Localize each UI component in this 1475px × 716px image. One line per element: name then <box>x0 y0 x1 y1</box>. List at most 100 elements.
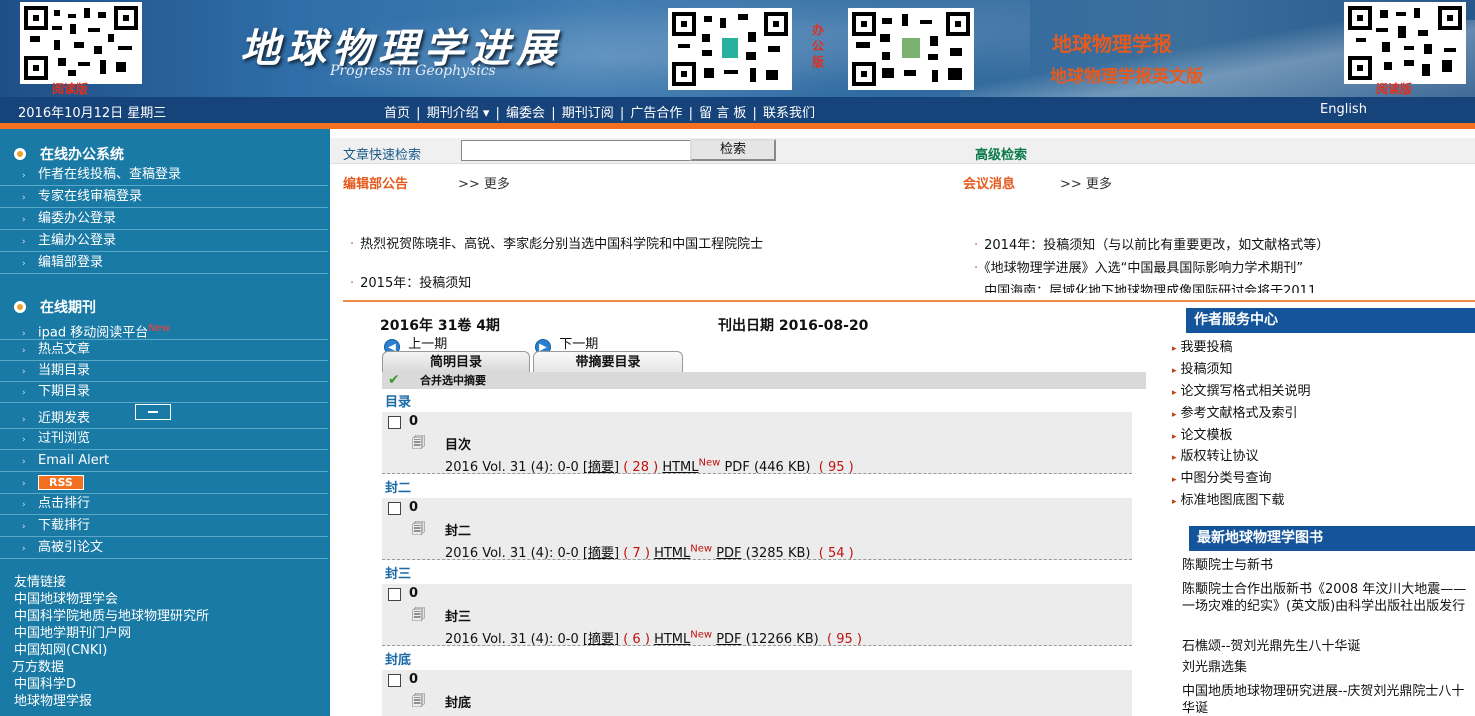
nav-subscription[interactable]: 期刊订阅 <box>562 106 614 121</box>
search-button[interactable]: 检索 <box>690 139 776 161</box>
service-basemap[interactable]: ▸ 标准地图底图下载 <box>1172 489 1285 508</box>
sidebar-item-ipad[interactable]: › ipad 移动阅读平台New <box>0 319 328 340</box>
arrow-icon: ▸ <box>1172 366 1177 376</box>
book-item[interactable]: 中国地质地球物理研究进展--庆贺刘光鼎院士八十华诞 <box>1182 683 1467 716</box>
sidebar-item-author-login[interactable]: › 作者在线投稿、查稿登录 <box>0 165 328 186</box>
sidebar-item-chief-editor-login[interactable]: › 主编办公登录 <box>0 231 328 252</box>
tab-simple-toc[interactable]: 简明目录 <box>382 351 530 373</box>
arrow-icon: › <box>22 388 26 398</box>
article-title[interactable]: 封二 <box>445 520 471 539</box>
sidebar-item-board-login[interactable]: › 编委办公登录 <box>0 209 328 230</box>
select-checkbox[interactable] <box>388 674 401 687</box>
news-text: 2014年：投稿须知（与以前比有重要更改，如文献格式等） <box>984 238 1330 253</box>
meeting-news-item[interactable]: · 《地球物理学进展》入选“中国最具国际影响力学术期刊” <box>974 260 1303 277</box>
service-template[interactable]: ▸ 论文模板 <box>1172 424 1233 443</box>
sidebar-item-reviewer-login[interactable]: › 专家在线审稿登录 <box>0 187 328 208</box>
current-date: 2016年10月12日 星期三 <box>18 106 167 121</box>
service-label: 论文撰写格式相关说明 <box>1180 384 1311 399</box>
pdf-link[interactable]: PDF <box>724 460 749 475</box>
news-text: 2015年：投稿须知 <box>360 276 472 291</box>
meeting-more-link[interactable]: >> 更多 <box>1060 173 1112 192</box>
abstract-link[interactable]: [摘要] <box>583 546 619 561</box>
article-citation: 2016 Vol. 31 (4): 0-0 [摘要] ( 7 ) HTMLNew… <box>445 543 854 561</box>
html-link[interactable]: HTML <box>654 632 690 647</box>
nav-guestbook[interactable]: 留 言 板 <box>699 106 746 121</box>
sidebar-item-download-rank[interactable]: › 下载排行 <box>0 516 328 537</box>
sidebar-item-rss[interactable]: › RSS <box>0 473 328 494</box>
sidebar-item-email-alert[interactable]: › Email Alert <box>0 451 328 472</box>
sidebar-item-click-rank[interactable]: › 点击排行 <box>0 494 328 515</box>
new-badge: New <box>690 629 713 641</box>
nav-editorial-board[interactable]: 编委会 <box>506 106 545 121</box>
nav-english[interactable]: English <box>1320 102 1367 117</box>
arrow-icon: › <box>22 435 26 445</box>
service-guidelines[interactable]: ▸ 投稿须知 <box>1172 358 1233 377</box>
book-item[interactable]: 陈颙院士合作出版新书《2008 年汶川大地震——一场灾难的纪实》(英文版)由科学… <box>1182 581 1467 615</box>
service-copyright[interactable]: ▸ 版权转让协议 <box>1172 445 1259 464</box>
editorial-news-item[interactable]: · 2015年：投稿须知 <box>350 275 855 292</box>
advanced-search-link[interactable]: 高级检索 <box>975 144 1027 163</box>
minimize-icon[interactable] <box>135 404 171 420</box>
sidebar-item-next-issue[interactable]: › 下期目录 <box>0 382 328 403</box>
meeting-news-item[interactable]: · 2014年：投稿须知（与以前比有重要更改，如文献格式等） <box>974 237 1329 254</box>
html-link[interactable]: HTML <box>662 460 698 475</box>
link-journal-en[interactable]: 地球物理学报英文版 <box>1050 62 1203 87</box>
link-journal-cn[interactable]: 地球物理学报 <box>1052 28 1172 57</box>
select-checkbox[interactable] <box>388 502 401 515</box>
service-format[interactable]: ▸ 论文撰写格式相关说明 <box>1172 380 1311 399</box>
meeting-news-item[interactable]: ·中国海南：层域化地下地球物理成像国际研讨会将于2011 <box>974 283 1316 293</box>
nav-home[interactable]: 首页 <box>384 106 410 121</box>
sidebar-item-label: ipad 移动阅读平台 <box>38 325 149 341</box>
sidebar-item-label: 点击排行 <box>38 496 91 511</box>
nav-contact[interactable]: 联系我们 <box>763 106 815 121</box>
sidebar-item-highly-cited[interactable]: › 高被引论文 <box>0 538 328 559</box>
article-number: 0 <box>409 500 419 515</box>
service-classification[interactable]: ▸ 中图分类号查询 <box>1172 467 1272 486</box>
tab-abstract-toc[interactable]: 带摘要目录 <box>533 351 683 373</box>
book-item[interactable]: 石樵颂--贺刘光鼎先生八十华诞 <box>1182 638 1467 655</box>
service-label: 我要投稿 <box>1180 340 1233 355</box>
sidebar-item-recent[interactable]: › 近期发表 <box>0 404 328 429</box>
book-item[interactable]: 刘光鼎选集 <box>1182 659 1467 676</box>
link-science-china-d[interactable]: 中国科学D <box>14 676 209 693</box>
link-cnki[interactable]: 中国知网(CNKI) <box>14 642 209 659</box>
abstract-link[interactable]: [摘要] <box>583 460 619 475</box>
sidebar-item-current-issue[interactable]: › 当期目录 <box>0 361 328 382</box>
select-checkbox[interactable] <box>388 416 401 429</box>
service-label: 参考文献格式及索引 <box>1180 406 1298 421</box>
article-number: 0 <box>409 586 419 601</box>
link-igg-cas[interactable]: 中国科学院地质与地球物理研究所 <box>14 608 209 625</box>
editorial-news-item[interactable]: · 热烈祝贺陈晓非、高锐、李家彪分别当选中国科学院和中国工程院院士 <box>350 236 855 253</box>
abstract-link[interactable]: [摘要] <box>583 632 619 647</box>
article-title[interactable]: 封三 <box>445 606 471 625</box>
pdf-link[interactable]: PDF <box>716 632 741 647</box>
merge-selected-bar[interactable]: ✔ 合并选中摘要 <box>382 372 1146 389</box>
sidebar-journal-heading: 在线期刊 <box>14 297 96 317</box>
nav-journal-intro[interactable]: 期刊介绍 ▾ <box>427 106 490 121</box>
arrow-icon: › <box>22 171 26 181</box>
html-link[interactable]: HTML <box>654 546 690 561</box>
article-entry: 0 🗐 目次 2016 Vol. 31 (4): 0-0 [摘要] ( 28 )… <box>382 412 1132 475</box>
service-references[interactable]: ▸ 参考文献格式及索引 <box>1172 402 1298 421</box>
article-title[interactable]: 目次 <box>445 434 471 453</box>
search-input[interactable] <box>461 140 691 161</box>
nav-advertising[interactable]: 广告合作 <box>630 106 682 121</box>
pdf-link[interactable]: PDF <box>716 546 741 561</box>
links-heading: 友情链接 <box>14 575 67 590</box>
link-geo-portal[interactable]: 中国地学期刊门户网 <box>14 625 209 642</box>
service-submit[interactable]: ▸ 我要投稿 <box>1172 336 1233 355</box>
sidebar-item-label: 编辑部登录 <box>38 255 104 270</box>
link-wanfang[interactable]: 万方数据 <box>12 659 209 676</box>
arrow-icon: › <box>22 346 26 356</box>
book-item[interactable]: 陈颙院士与新书 <box>1182 557 1467 574</box>
sidebar-item-archive[interactable]: › 过刊浏览 <box>0 429 328 450</box>
sidebar-journal-heading-label: 在线期刊 <box>40 300 96 316</box>
select-checkbox[interactable] <box>388 588 401 601</box>
editorial-more-link[interactable]: >> 更多 <box>458 173 510 192</box>
article-title[interactable]: 封底 <box>445 692 471 711</box>
link-cgs[interactable]: 中国地球物理学会 <box>14 591 209 608</box>
link-cjg[interactable]: 地球物理学报 <box>14 693 209 710</box>
sidebar-item-hot-articles[interactable]: › 热点文章 <box>0 340 328 361</box>
nav-separator: | <box>688 106 693 121</box>
sidebar-item-editorial-login[interactable]: › 编辑部登录 <box>0 253 328 274</box>
